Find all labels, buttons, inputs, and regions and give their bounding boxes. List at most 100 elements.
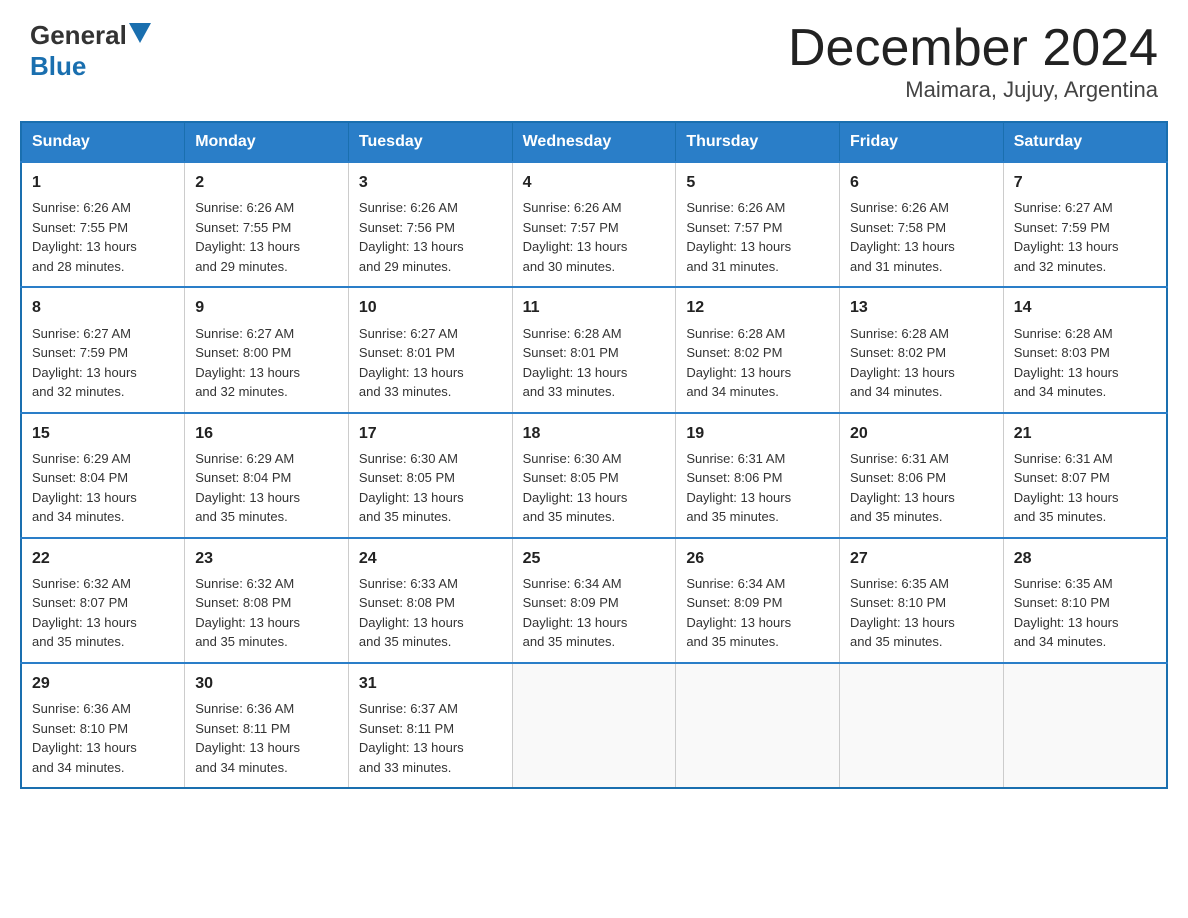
day-cell: 31Sunrise: 6:37 AMSunset: 8:11 PMDayligh… <box>348 663 512 788</box>
day-cell: 14 Sunrise: 6:28 AMSunset: 8:03 PMDayligh… <box>1003 287 1167 412</box>
week-row-3: 15Sunrise: 6:29 AMSunset: 8:04 PMDayligh… <box>21 413 1167 538</box>
day-number: 7 <box>1014 171 1156 194</box>
day-number: 24 <box>359 547 502 570</box>
day-cell: 5 Sunrise: 6:26 AMSunset: 7:57 PMDaylight… <box>676 162 840 287</box>
day-cell: 1 Sunrise: 6:26 AMSunset: 7:55 PMDaylight… <box>21 162 185 287</box>
calendar-header: SundayMondayTuesdayWednesdayThursdayFrid… <box>21 122 1167 162</box>
day-info: Sunrise: 6:33 AMSunset: 8:08 PMDaylight:… <box>359 574 502 652</box>
day-number: 25 <box>523 547 666 570</box>
day-cell: 23 Sunrise: 6:32 AMSunset: 8:08 PMDayligh… <box>185 538 349 663</box>
day-cell: 30Sunrise: 6:36 AMSunset: 8:11 PMDayligh… <box>185 663 349 788</box>
day-number: 31 <box>359 672 502 695</box>
day-info: Sunrise: 6:28 AMSunset: 8:01 PMDaylight:… <box>523 324 666 402</box>
day-info: Sunrise: 6:35 AMSunset: 8:10 PMDaylight:… <box>850 574 993 652</box>
day-info: Sunrise: 6:27 AMSunset: 7:59 PMDaylight:… <box>32 324 174 402</box>
day-cell: 10 Sunrise: 6:27 AMSunset: 8:01 PMDayligh… <box>348 287 512 412</box>
day-cell: 21Sunrise: 6:31 AMSunset: 8:07 PMDayligh… <box>1003 413 1167 538</box>
day-number: 13 <box>850 296 993 319</box>
day-number: 26 <box>686 547 829 570</box>
day-info: Sunrise: 6:31 AMSunset: 8:07 PMDaylight:… <box>1014 449 1156 527</box>
col-header-tuesday: Tuesday <box>348 122 512 162</box>
day-number: 5 <box>686 171 829 194</box>
day-info: Sunrise: 6:29 AMSunset: 8:04 PMDaylight:… <box>195 449 338 527</box>
day-number: 23 <box>195 547 338 570</box>
subtitle: Maimara, Jujuy, Argentina <box>788 77 1158 103</box>
day-cell: 2 Sunrise: 6:26 AMSunset: 7:55 PMDaylight… <box>185 162 349 287</box>
logo: General Blue <box>30 20 151 82</box>
col-header-friday: Friday <box>840 122 1004 162</box>
day-cell: 9 Sunrise: 6:27 AMSunset: 8:00 PMDaylight… <box>185 287 349 412</box>
main-title: December 2024 <box>788 20 1158 77</box>
day-cell: 27 Sunrise: 6:35 AMSunset: 8:10 PMDayligh… <box>840 538 1004 663</box>
day-info: Sunrise: 6:34 AMSunset: 8:09 PMDaylight:… <box>686 574 829 652</box>
day-cell: 17 Sunrise: 6:30 AMSunset: 8:05 PMDayligh… <box>348 413 512 538</box>
day-cell: 28 Sunrise: 6:35 AMSunset: 8:10 PMDayligh… <box>1003 538 1167 663</box>
day-cell: 4 Sunrise: 6:26 AMSunset: 7:57 PMDaylight… <box>512 162 676 287</box>
col-header-sunday: Sunday <box>21 122 185 162</box>
day-number: 8 <box>32 296 174 319</box>
day-number: 17 <box>359 422 502 445</box>
day-number: 20 <box>850 422 993 445</box>
col-header-thursday: Thursday <box>676 122 840 162</box>
day-cell: 6Sunrise: 6:26 AMSunset: 7:58 PMDaylight… <box>840 162 1004 287</box>
day-number: 18 <box>523 422 666 445</box>
page-header: General Blue December 2024 Maimara, Juju… <box>20 20 1168 103</box>
day-cell: 16 Sunrise: 6:29 AMSunset: 8:04 PMDayligh… <box>185 413 349 538</box>
day-number: 2 <box>195 171 338 194</box>
day-cell: 8 Sunrise: 6:27 AMSunset: 7:59 PMDaylight… <box>21 287 185 412</box>
day-cell <box>840 663 1004 788</box>
day-number: 4 <box>523 171 666 194</box>
day-info: Sunrise: 6:36 AMSunset: 8:10 PMDaylight:… <box>32 699 174 777</box>
day-number: 1 <box>32 171 174 194</box>
day-info: Sunrise: 6:28 AMSunset: 8:02 PMDaylight:… <box>686 324 829 402</box>
day-info: Sunrise: 6:28 AMSunset: 8:02 PMDaylight:… <box>850 324 993 402</box>
day-info: Sunrise: 6:28 AMSunset: 8:03 PMDaylight:… <box>1014 324 1156 402</box>
day-number: 28 <box>1014 547 1156 570</box>
day-number: 19 <box>686 422 829 445</box>
day-cell: 15Sunrise: 6:29 AMSunset: 8:04 PMDayligh… <box>21 413 185 538</box>
day-number: 14 <box>1014 296 1156 319</box>
title-block: December 2024 Maimara, Jujuy, Argentina <box>788 20 1158 103</box>
day-info: Sunrise: 6:30 AMSunset: 8:05 PMDaylight:… <box>523 449 666 527</box>
day-info: Sunrise: 6:32 AMSunset: 8:08 PMDaylight:… <box>195 574 338 652</box>
day-cell <box>676 663 840 788</box>
week-row-1: 1 Sunrise: 6:26 AMSunset: 7:55 PMDaylight… <box>21 162 1167 287</box>
day-number: 6 <box>850 171 993 194</box>
day-number: 9 <box>195 296 338 319</box>
day-number: 3 <box>359 171 502 194</box>
week-row-2: 8 Sunrise: 6:27 AMSunset: 7:59 PMDaylight… <box>21 287 1167 412</box>
logo-general-text: General <box>30 20 127 51</box>
day-cell: 7 Sunrise: 6:27 AMSunset: 7:59 PMDaylight… <box>1003 162 1167 287</box>
day-info: Sunrise: 6:26 AMSunset: 7:55 PMDaylight:… <box>32 198 174 276</box>
day-info: Sunrise: 6:26 AMSunset: 7:57 PMDaylight:… <box>686 198 829 276</box>
day-cell: 29 Sunrise: 6:36 AMSunset: 8:10 PMDayligh… <box>21 663 185 788</box>
week-row-4: 22Sunrise: 6:32 AMSunset: 8:07 PMDayligh… <box>21 538 1167 663</box>
day-cell <box>1003 663 1167 788</box>
day-cell <box>512 663 676 788</box>
day-cell: 13 Sunrise: 6:28 AMSunset: 8:02 PMDayligh… <box>840 287 1004 412</box>
day-cell: 22Sunrise: 6:32 AMSunset: 8:07 PMDayligh… <box>21 538 185 663</box>
day-number: 30 <box>195 672 338 695</box>
day-info: Sunrise: 6:26 AMSunset: 7:57 PMDaylight:… <box>523 198 666 276</box>
day-info: Sunrise: 6:27 AMSunset: 7:59 PMDaylight:… <box>1014 198 1156 276</box>
day-cell: 24 Sunrise: 6:33 AMSunset: 8:08 PMDayligh… <box>348 538 512 663</box>
day-number: 16 <box>195 422 338 445</box>
day-cell: 18 Sunrise: 6:30 AMSunset: 8:05 PMDayligh… <box>512 413 676 538</box>
day-cell: 11Sunrise: 6:28 AMSunset: 8:01 PMDayligh… <box>512 287 676 412</box>
day-info: Sunrise: 6:35 AMSunset: 8:10 PMDaylight:… <box>1014 574 1156 652</box>
day-number: 27 <box>850 547 993 570</box>
day-cell: 20 Sunrise: 6:31 AMSunset: 8:06 PMDayligh… <box>840 413 1004 538</box>
day-info: Sunrise: 6:29 AMSunset: 8:04 PMDaylight:… <box>32 449 174 527</box>
day-info: Sunrise: 6:26 AMSunset: 7:55 PMDaylight:… <box>195 198 338 276</box>
day-info: Sunrise: 6:31 AMSunset: 8:06 PMDaylight:… <box>850 449 993 527</box>
day-number: 10 <box>359 296 502 319</box>
day-number: 29 <box>32 672 174 695</box>
day-info: Sunrise: 6:34 AMSunset: 8:09 PMDaylight:… <box>523 574 666 652</box>
day-cell: 25 Sunrise: 6:34 AMSunset: 8:09 PMDayligh… <box>512 538 676 663</box>
day-info: Sunrise: 6:30 AMSunset: 8:05 PMDaylight:… <box>359 449 502 527</box>
col-header-saturday: Saturday <box>1003 122 1167 162</box>
day-info: Sunrise: 6:32 AMSunset: 8:07 PMDaylight:… <box>32 574 174 652</box>
day-info: Sunrise: 6:27 AMSunset: 8:00 PMDaylight:… <box>195 324 338 402</box>
logo-blue-text: Blue <box>30 51 86 81</box>
day-info: Sunrise: 6:27 AMSunset: 8:01 PMDaylight:… <box>359 324 502 402</box>
